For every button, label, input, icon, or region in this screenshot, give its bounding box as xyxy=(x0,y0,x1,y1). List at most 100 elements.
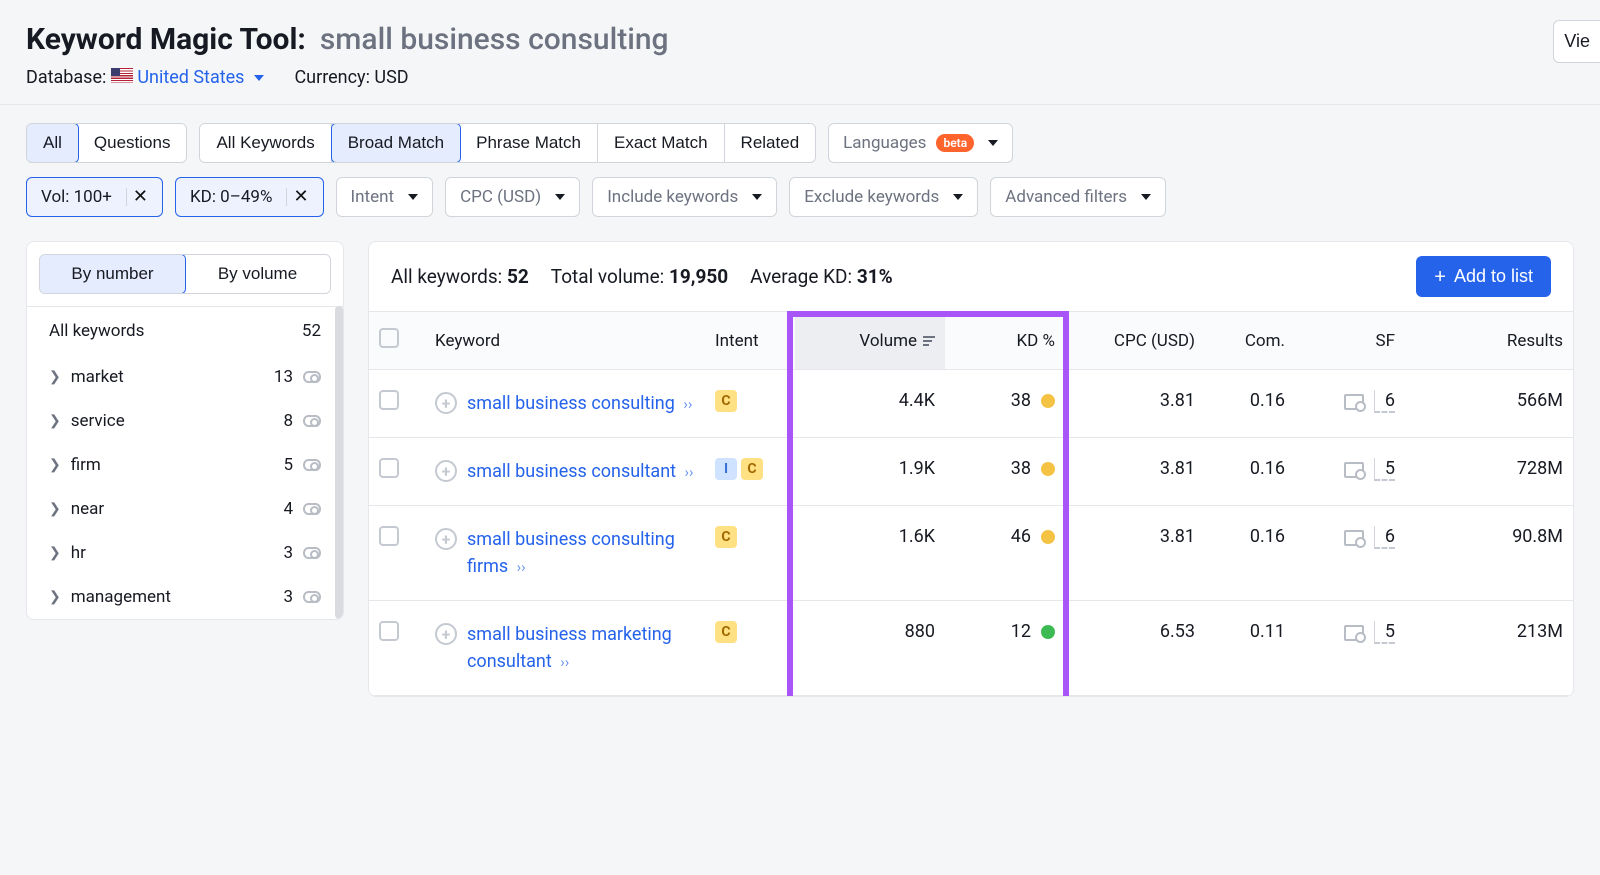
table-row: + small business consultant ›› IC 1.9K 3… xyxy=(369,438,1573,506)
close-icon[interactable]: ✕ xyxy=(126,188,148,206)
database-selector[interactable]: Database: United States xyxy=(26,67,264,88)
double-chevron-icon: ›› xyxy=(517,558,526,576)
results-cell: 728M xyxy=(1405,438,1573,506)
eye-icon[interactable] xyxy=(303,591,321,603)
cpc-dropdown[interactable]: CPC (USD) xyxy=(445,177,580,217)
keyword-link[interactable]: small business consulting ›› xyxy=(467,390,692,417)
sidebar-group-item[interactable]: ❯ near 4 xyxy=(27,487,343,531)
sidebar-group-item[interactable]: ❯ management 3 xyxy=(27,575,343,619)
table-row: + small business consulting ›› C 4.4K 38… xyxy=(369,370,1573,438)
expand-icon[interactable]: + xyxy=(435,623,457,645)
match-related-button[interactable]: Related xyxy=(725,124,816,162)
match-exact-button[interactable]: Exact Match xyxy=(598,124,725,162)
beta-badge: beta xyxy=(936,134,974,152)
col-kd[interactable]: KD % xyxy=(945,312,1065,370)
add-to-list-button[interactable]: + Add to list xyxy=(1416,256,1551,297)
highlight-annotation xyxy=(787,311,1069,317)
include-keywords-dropdown[interactable]: Include keywords xyxy=(592,177,777,217)
eye-icon[interactable] xyxy=(303,415,321,427)
mode-all-button[interactable]: All xyxy=(26,123,79,163)
sidebar-group-label: hr xyxy=(71,543,86,563)
row-checkbox[interactable] xyxy=(379,390,399,410)
chevron-down-icon xyxy=(752,194,762,200)
sidebar-group-label: market xyxy=(71,367,124,387)
close-icon[interactable]: ✕ xyxy=(286,188,308,206)
sidebar-all-keywords[interactable]: All keywords 52 xyxy=(27,306,343,355)
eye-icon[interactable] xyxy=(303,547,321,559)
col-keyword[interactable]: Keyword xyxy=(425,312,705,370)
row-checkbox[interactable] xyxy=(379,621,399,641)
summary-stats: All keywords: 52 Total volume: 19,950 Av… xyxy=(391,265,893,288)
flag-us-icon xyxy=(111,68,133,83)
com-cell: 0.16 xyxy=(1205,438,1295,506)
kd-cell: 38 xyxy=(1011,458,1055,479)
serp-icon[interactable] xyxy=(1344,530,1364,546)
volume-cell: 1.6K xyxy=(795,506,945,601)
serp-icon[interactable] xyxy=(1344,462,1364,478)
results-cell: 90.8M xyxy=(1405,506,1573,601)
sidebar-group-item[interactable]: ❯ firm 5 xyxy=(27,443,343,487)
search-query: small business consulting xyxy=(320,22,669,57)
keyword-link[interactable]: small business consulting firms ›› xyxy=(467,526,695,580)
col-cpc[interactable]: CPC (USD) xyxy=(1065,312,1205,370)
sidebar-sort-toggle: By number By volume xyxy=(39,254,331,294)
exclude-keywords-dropdown[interactable]: Exclude keywords xyxy=(789,177,978,217)
col-sf[interactable]: SF xyxy=(1295,312,1405,370)
kd-filter-chip[interactable]: KD: 0–49% ✕ xyxy=(175,177,324,217)
advanced-filters-dropdown[interactable]: Advanced filters xyxy=(990,177,1166,217)
eye-icon[interactable] xyxy=(303,459,321,471)
eye-icon[interactable] xyxy=(303,503,321,515)
sidebar-group-label: firm xyxy=(71,455,101,475)
sidebar-group-count: 3 xyxy=(283,587,293,607)
expand-icon[interactable]: + xyxy=(435,392,457,414)
double-chevron-icon: ›› xyxy=(685,463,694,481)
kd-cell: 38 xyxy=(1011,390,1055,411)
expand-icon[interactable]: + xyxy=(435,460,457,482)
chevron-down-icon xyxy=(1141,194,1151,200)
com-cell: 0.16 xyxy=(1205,506,1295,601)
cpc-cell: 3.81 xyxy=(1065,370,1205,438)
intent-badge-i: I xyxy=(715,458,737,480)
sort-by-volume-button[interactable]: By volume xyxy=(185,255,330,293)
keyword-link[interactable]: small business marketing consultant ›› xyxy=(467,621,695,675)
serp-icon[interactable] xyxy=(1344,394,1364,410)
scrollbar[interactable] xyxy=(335,306,343,619)
cpc-cell: 6.53 xyxy=(1065,601,1205,696)
col-volume[interactable]: Volume xyxy=(795,312,945,370)
expand-icon[interactable]: + xyxy=(435,528,457,550)
col-intent[interactable]: Intent xyxy=(705,312,795,370)
row-checkbox[interactable] xyxy=(379,458,399,478)
sf-cell: 6 xyxy=(1344,390,1395,413)
sf-cell: 5 xyxy=(1344,458,1395,481)
sidebar-group-count: 13 xyxy=(274,367,293,387)
volume-cell: 4.4K xyxy=(795,370,945,438)
match-broad-button[interactable]: Broad Match xyxy=(331,123,461,163)
serp-icon[interactable] xyxy=(1344,625,1364,641)
table-row: + small business consulting firms ›› C 1… xyxy=(369,506,1573,601)
sidebar-group-item[interactable]: ❯ service 8 xyxy=(27,399,343,443)
com-cell: 0.11 xyxy=(1205,601,1295,696)
languages-dropdown[interactable]: Languages beta xyxy=(828,123,1013,163)
sf-cell: 6 xyxy=(1344,526,1395,549)
sidebar-group-item[interactable]: ❯ hr 3 xyxy=(27,531,343,575)
sort-by-number-button[interactable]: By number xyxy=(39,254,186,294)
row-checkbox[interactable] xyxy=(379,526,399,546)
col-results[interactable]: Results xyxy=(1405,312,1573,370)
eye-icon[interactable] xyxy=(303,371,321,383)
select-all-checkbox[interactable] xyxy=(379,328,399,348)
double-chevron-icon: ›› xyxy=(560,653,569,671)
intent-dropdown[interactable]: Intent xyxy=(336,177,434,217)
col-com[interactable]: Com. xyxy=(1205,312,1295,370)
sidebar-group-item[interactable]: ❯ market 13 xyxy=(27,355,343,399)
view-button[interactable]: Vie xyxy=(1553,20,1600,63)
intent-badge-c: C xyxy=(715,526,737,548)
intent-cell: IC xyxy=(715,458,785,480)
match-phrase-button[interactable]: Phrase Match xyxy=(460,124,598,162)
keyword-link[interactable]: small business consultant ›› xyxy=(467,458,694,485)
mode-questions-button[interactable]: Questions xyxy=(78,124,187,162)
sidebar-group-count: 5 xyxy=(283,455,293,475)
match-all-keywords-button[interactable]: All Keywords xyxy=(200,124,331,162)
currency-display: Currency: USD xyxy=(294,67,408,88)
intent-badge-c: C xyxy=(715,390,737,412)
volume-filter-chip[interactable]: Vol: 100+ ✕ xyxy=(26,177,163,217)
